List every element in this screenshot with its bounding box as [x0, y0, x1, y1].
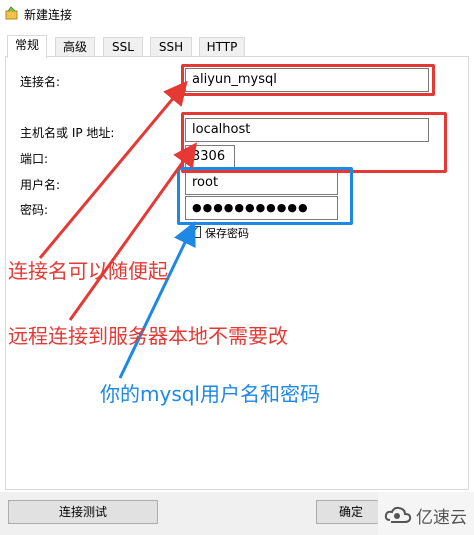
remember-password-label: 保存密码	[205, 227, 249, 240]
port-label: 端口:	[20, 152, 49, 166]
window-title: 新建连接	[24, 8, 73, 22]
tab-label: 常规	[14, 38, 39, 52]
remember-password-checkbox[interactable]: ✔	[189, 224, 201, 238]
test-connection-button[interactable]: 连接测试	[8, 500, 158, 524]
remote-note: 远程连接到服务器本地不需要改	[8, 324, 288, 348]
tab-advanced[interactable]: 高级	[55, 37, 95, 57]
tab-general[interactable]: 常规	[7, 35, 47, 58]
tab-label: 高级	[62, 40, 87, 54]
connection-name-note: 连接名可以随便起	[8, 259, 168, 283]
username-label: 用户名:	[20, 178, 61, 192]
watermark: 亿速云	[378, 492, 474, 535]
credentials-highlight	[177, 167, 353, 225]
watermark-text: 亿速云	[416, 508, 467, 528]
tab-label: SSH	[158, 40, 184, 54]
host-label: 主机名或 IP 地址:	[20, 126, 115, 140]
credentials-note: 你的mysql用户名和密码	[100, 382, 320, 406]
tab-http[interactable]: HTTP	[199, 37, 245, 57]
tab-label: SSL	[112, 40, 134, 54]
check-icon: ✔	[190, 224, 200, 237]
tab-ssl[interactable]: SSL	[103, 37, 143, 57]
connection-name-highlight	[181, 64, 435, 96]
host-port-highlight	[181, 112, 447, 173]
title-bar: 新建连接	[0, 0, 474, 27]
ok-button[interactable]: 确定	[316, 500, 386, 524]
tab-label: HTTP	[206, 40, 238, 54]
navicat-connection-icon	[5, 6, 18, 20]
password-label: 密码:	[20, 203, 49, 217]
cloud-logo-icon	[384, 506, 412, 523]
connection-name-label: 连接名:	[20, 75, 61, 89]
tab-ssh[interactable]: SSH	[150, 37, 192, 57]
tab-bar: 常规 高级 SSL SSH HTTP	[0, 35, 474, 58]
